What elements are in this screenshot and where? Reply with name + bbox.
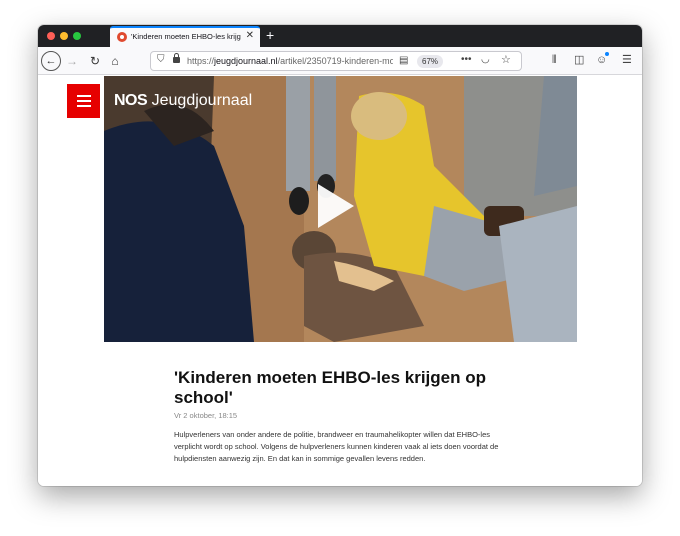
- menu-bar-icon: [76, 100, 91, 102]
- library-icon[interactable]: ⫴: [552, 52, 557, 68]
- more-icon[interactable]: •••: [461, 54, 472, 65]
- address-bar[interactable]: ⛉ https://jeugdjournaal.nl/artikel/23507…: [150, 51, 522, 71]
- menu-bar-icon: [76, 95, 91, 97]
- menu-bar-icon: [76, 105, 91, 107]
- article-intro: Hulpverleners van onder andere de politi…: [174, 430, 499, 463]
- tab-strip: 'Kinderen moeten EHBO-les krijgen op sch…: [38, 25, 642, 47]
- url-path: /artikel/2350719-kinderen-moeten-ehbo-le…: [277, 56, 393, 66]
- article-date: Vr 2 oktober, 18:15: [174, 411, 238, 420]
- reader-view-icon[interactable]: ▤: [399, 55, 408, 66]
- new-tab-icon[interactable]: +: [266, 26, 274, 44]
- account-icon[interactable]: ☺: [596, 52, 610, 68]
- maximize-window-button[interactable]: [73, 32, 81, 40]
- pocket-icon[interactable]: ◡: [481, 54, 490, 65]
- video-player[interactable]: NOS Jeugdjournaal: [104, 76, 577, 342]
- browser-window: 'Kinderen moeten EHBO-les krijgen op sch…: [38, 25, 642, 486]
- brand-name: Jeugdjournaal: [151, 92, 253, 109]
- article-title: 'Kinderen moeten EHBO-les krijgen op sch…: [174, 368, 486, 407]
- hamburger-menu-icon[interactable]: ☰: [622, 52, 632, 68]
- lock-icon[interactable]: [173, 53, 180, 63]
- web-page: NOS Jeugdjournaal 'Kinderen moeten EHBO-…: [38, 76, 642, 486]
- reload-icon[interactable]: ↻: [88, 51, 102, 71]
- minimize-window-button[interactable]: [60, 32, 68, 40]
- url-domain: jeugdjournaal.nl: [214, 56, 278, 66]
- article: 'Kinderen moeten EHBO-les krijgen op sch…: [174, 368, 514, 465]
- back-arrow-icon[interactable]: ←: [41, 51, 61, 71]
- site-menu-button[interactable]: [67, 84, 100, 118]
- bookmark-star-icon[interactable]: ☆: [501, 53, 511, 66]
- brand-short: NOS: [114, 92, 148, 109]
- close-tab-icon[interactable]: ✕: [246, 30, 254, 42]
- close-window-button[interactable]: [47, 32, 55, 40]
- site-favicon-icon: [117, 32, 127, 42]
- sidebar-icon[interactable]: ◫: [574, 52, 584, 68]
- forward-arrow-icon[interactable]: →: [65, 51, 79, 71]
- tab-title: 'Kinderen moeten EHBO-les krijgen op sch…: [131, 32, 241, 41]
- active-tab[interactable]: 'Kinderen moeten EHBO-les krijgen op sch…: [110, 26, 260, 47]
- url-text[interactable]: https://jeugdjournaal.nl/artikel/2350719…: [187, 56, 393, 66]
- tracking-shield-icon[interactable]: ⛉: [157, 54, 165, 65]
- zoom-level-badge[interactable]: 67%: [417, 55, 444, 68]
- play-icon[interactable]: [318, 184, 354, 228]
- url-prefix: https://: [187, 56, 215, 66]
- navigation-toolbar: ← → ↻ ⌂ ⛉ https://jeugdjournaal.nl/artik…: [38, 47, 642, 75]
- home-icon[interactable]: ⌂: [108, 51, 122, 71]
- site-logo[interactable]: NOS Jeugdjournaal: [114, 92, 252, 110]
